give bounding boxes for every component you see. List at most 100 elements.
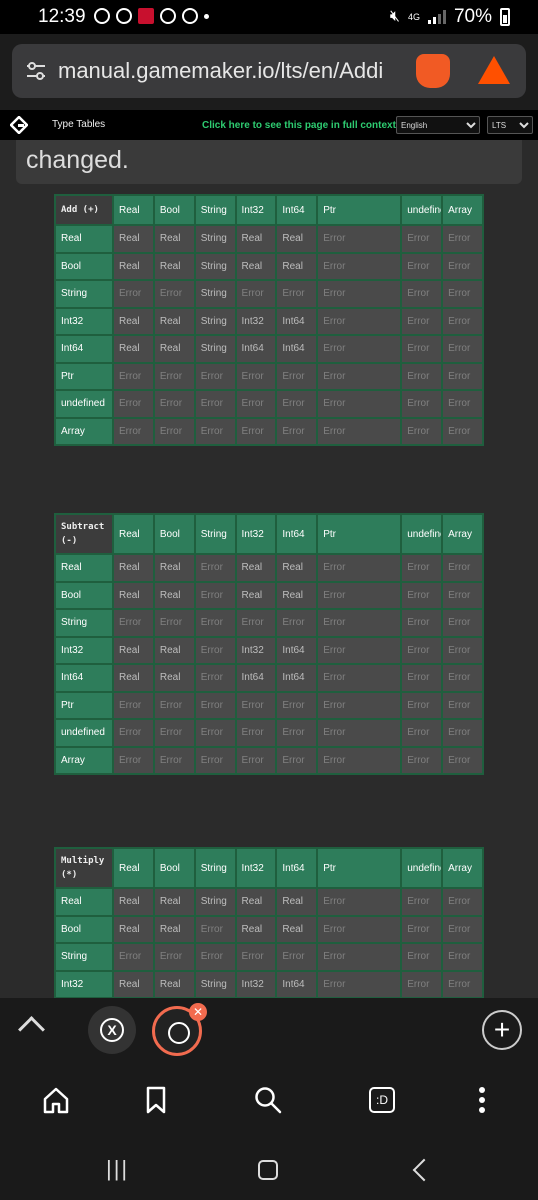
table-corner-label: Add (+) [56,196,112,224]
result-cell: Error [277,692,317,718]
result-cell: Int64 [277,308,317,334]
result-cell: Error [443,720,482,746]
result-cell: Error [443,889,482,915]
back-button[interactable] [412,1158,436,1182]
row-header: Int64 [56,665,112,691]
column-header: Real [114,515,153,553]
tab-x[interactable]: X [88,1006,136,1054]
result-cell: Error [318,665,401,691]
notice-box: changed. [16,140,522,184]
result-cell: Error [443,336,482,362]
language-select[interactable]: English [396,116,480,134]
address-bar[interactable]: manual.gamemaker.io/lts/en/Addi [12,44,526,98]
result-cell: Error [443,944,482,970]
result-cell: Error [195,944,235,970]
clipboard-icon [160,8,176,24]
result-cell: Error [236,720,276,746]
result-cell: Error [195,747,235,773]
result-cell: Error [114,747,153,773]
result-cell: Error [443,637,482,663]
row-header: Int32 [56,971,112,997]
gamemaker-logo-icon[interactable] [10,116,28,134]
table-row: Int32 Real Real Error Int32 Int64 Error Error Er… [56,637,482,663]
table-row: Real Real Real String Real Real Error Error Erro… [56,889,482,915]
search-icon [255,1087,282,1114]
column-header: Int64 [277,515,317,553]
column-header: Real [114,849,153,887]
close-tab-icon[interactable]: ✕ [189,1003,207,1021]
result-cell: Error [402,363,442,389]
type-table-add: Add (+) Real Bool String Int32 Int64 Ptr… [54,194,484,446]
brave-rewards-icon[interactable] [478,56,510,84]
account-icon [116,8,132,24]
version-select[interactable]: LTS [487,116,533,134]
bookmarks-button[interactable] [134,1078,178,1122]
notice-text: changed. [26,146,129,174]
type-table-subtract: Subtract (-) Real Bool String Int32 Int6… [54,513,484,775]
result-cell: Error [318,692,401,718]
chat-icon [94,8,110,24]
result-cell: Error [402,308,442,334]
new-tab-button[interactable]: + [482,1010,522,1050]
result-cell: Error [402,555,442,581]
tab-current[interactable]: ✕ [152,1003,207,1056]
result-cell: Real [154,226,194,252]
table-row: Array Error Error Error Error Error Error Error… [56,747,482,773]
result-cell: Error [154,610,194,636]
result-cell: Real [114,971,153,997]
result-cell: Error [236,692,276,718]
result-cell: Error [402,253,442,279]
browser-bottom-bar: X ✕ + :D ||| [0,998,538,1200]
more-vertical-icon [479,1087,485,1113]
row-header: Real [56,555,112,581]
column-header: Real [114,196,153,224]
brave-shields-icon[interactable] [416,54,450,88]
result-cell: Error [318,582,401,608]
column-header: Bool [154,849,194,887]
result-cell: Error [154,391,194,417]
home-button[interactable] [34,1078,78,1122]
home-icon [43,1087,69,1114]
result-cell: Error [402,582,442,608]
column-header: Bool [154,515,194,553]
result-cell: Error [318,747,401,773]
row-header: Int32 [56,637,112,663]
full-context-link[interactable]: Click here to see this page in full cont… [202,120,396,131]
table-row: Bool Real Real String Real Real Error Error Erro… [56,253,482,279]
result-cell: Error [236,391,276,417]
url-text[interactable]: manual.gamemaker.io/lts/en/Addi [58,58,408,84]
result-cell: Error [154,692,194,718]
column-header: Int32 [236,849,276,887]
column-header: Int64 [277,196,317,224]
tabs-button[interactable]: :D [360,1078,404,1122]
system-navigation-bar: ||| [0,1148,538,1188]
search-button[interactable] [246,1078,290,1122]
result-cell: Error [402,391,442,417]
result-cell: Error [318,336,401,362]
result-cell: Real [114,555,153,581]
table-row: Int32 Real Real String Int32 Int64 Error Error E… [56,308,482,334]
row-header: Ptr [56,363,112,389]
table-header-row: Subtract (-) Real Bool String Int32 Int6… [56,515,482,553]
result-cell: Error [195,637,235,663]
table-row: Array Error Error Error Error Error Error Error… [56,418,482,444]
result-cell: Error [318,637,401,663]
menu-button[interactable] [460,1078,504,1122]
globe-icon [168,1022,190,1044]
result-cell: Error [318,889,401,915]
site-settings-icon[interactable] [24,59,48,83]
status-bar: 12:39 🔇︎ 4G 70% [0,0,538,34]
result-cell: Error [443,971,482,997]
result-cell: Error [154,720,194,746]
table-row: String Error Error Error Error Error Error Erro… [56,610,482,636]
result-cell: Error [195,692,235,718]
home-nav-button[interactable] [258,1160,278,1180]
clock: 12:39 [38,6,86,27]
row-header: Int64 [56,336,112,362]
result-cell: Error [195,555,235,581]
expand-tabs-icon[interactable] [18,1016,45,1043]
recents-button[interactable]: ||| [106,1156,129,1182]
result-cell: Error [195,916,235,942]
bookmark-icon [146,1086,166,1114]
result-cell: Error [402,610,442,636]
